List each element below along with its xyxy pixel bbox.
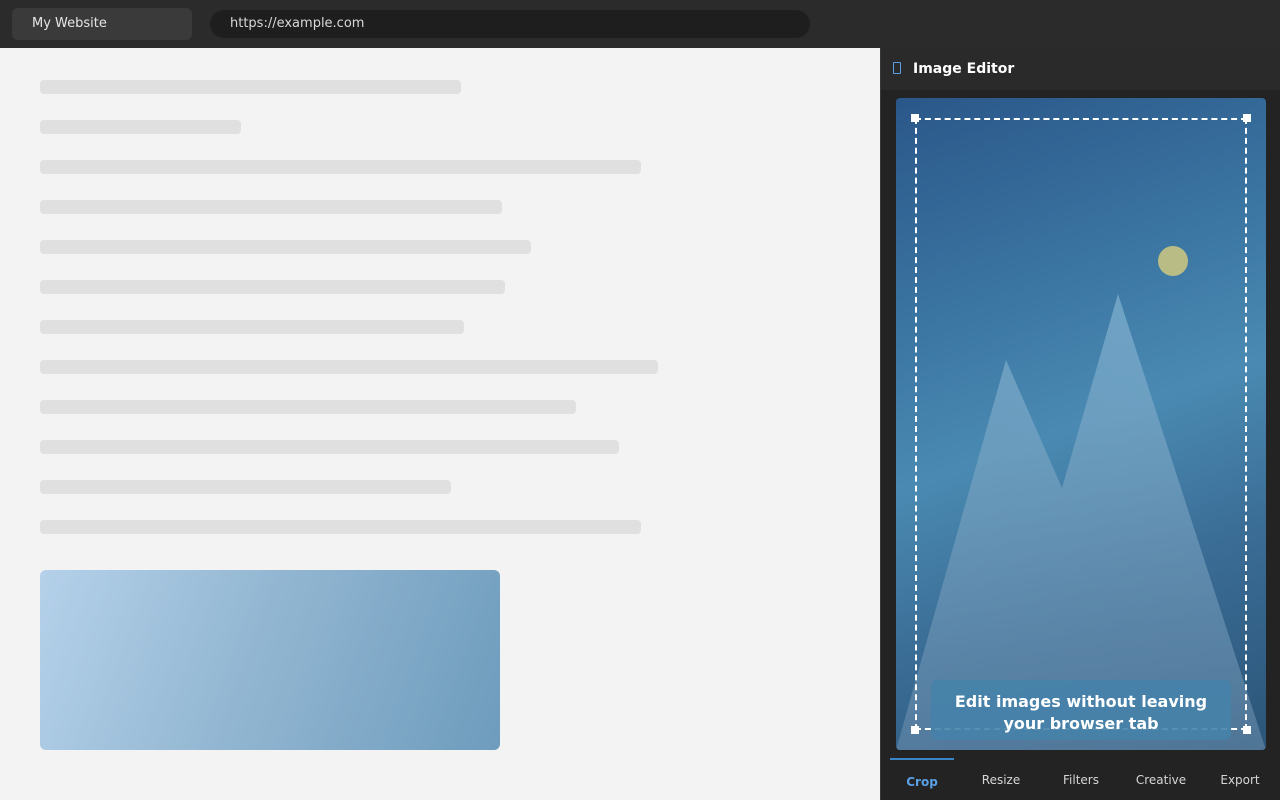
text-placeholder-line: [40, 320, 464, 334]
crop-handle-top-right[interactable]: [1243, 114, 1251, 122]
image-canvas[interactable]: Edit images without leaving your browser…: [896, 98, 1266, 750]
editor-tab-bar: Crop Resize Filters Creative Export: [881, 758, 1280, 800]
crop-handle-bottom-right[interactable]: [1243, 726, 1251, 734]
text-placeholder-line: [40, 120, 241, 134]
text-placeholder-line: [40, 200, 502, 214]
image-editor-icon: [893, 62, 901, 74]
crop-handle-top-left[interactable]: [911, 114, 919, 122]
text-placeholder-line: [40, 480, 451, 494]
panel-header: Image Editor: [881, 48, 1280, 90]
image-editor-panel: Image Editor Edit images without leaving…: [880, 48, 1280, 800]
tab-filters[interactable]: Filters: [1049, 758, 1113, 800]
text-placeholder-line: [40, 400, 576, 414]
tab-creative[interactable]: Creative: [1125, 758, 1197, 800]
text-placeholder-line: [40, 80, 461, 94]
web-page-content: [0, 48, 880, 800]
tab-resize[interactable]: Resize: [969, 758, 1033, 800]
hero-image-placeholder[interactable]: [40, 570, 500, 750]
address-bar[interactable]: https://example.com: [210, 10, 810, 38]
text-placeholder-line: [40, 280, 505, 294]
tab-export[interactable]: Export: [1208, 758, 1272, 800]
panel-title: Image Editor: [913, 61, 1015, 77]
text-placeholder-line: [40, 160, 641, 174]
tab-crop[interactable]: Crop: [890, 758, 954, 800]
text-placeholder-line: [40, 440, 619, 454]
browser-toolbar: My Website https://example.com: [0, 0, 1280, 48]
text-placeholder-line: [40, 520, 641, 534]
crop-frame[interactable]: [911, 114, 1251, 734]
crop-handle-bottom-left[interactable]: [911, 726, 919, 734]
text-placeholder-line: [40, 240, 531, 254]
promo-caption: Edit images without leaving your browser…: [931, 680, 1231, 740]
browser-tab[interactable]: My Website: [12, 8, 192, 40]
text-placeholder-line: [40, 360, 658, 374]
